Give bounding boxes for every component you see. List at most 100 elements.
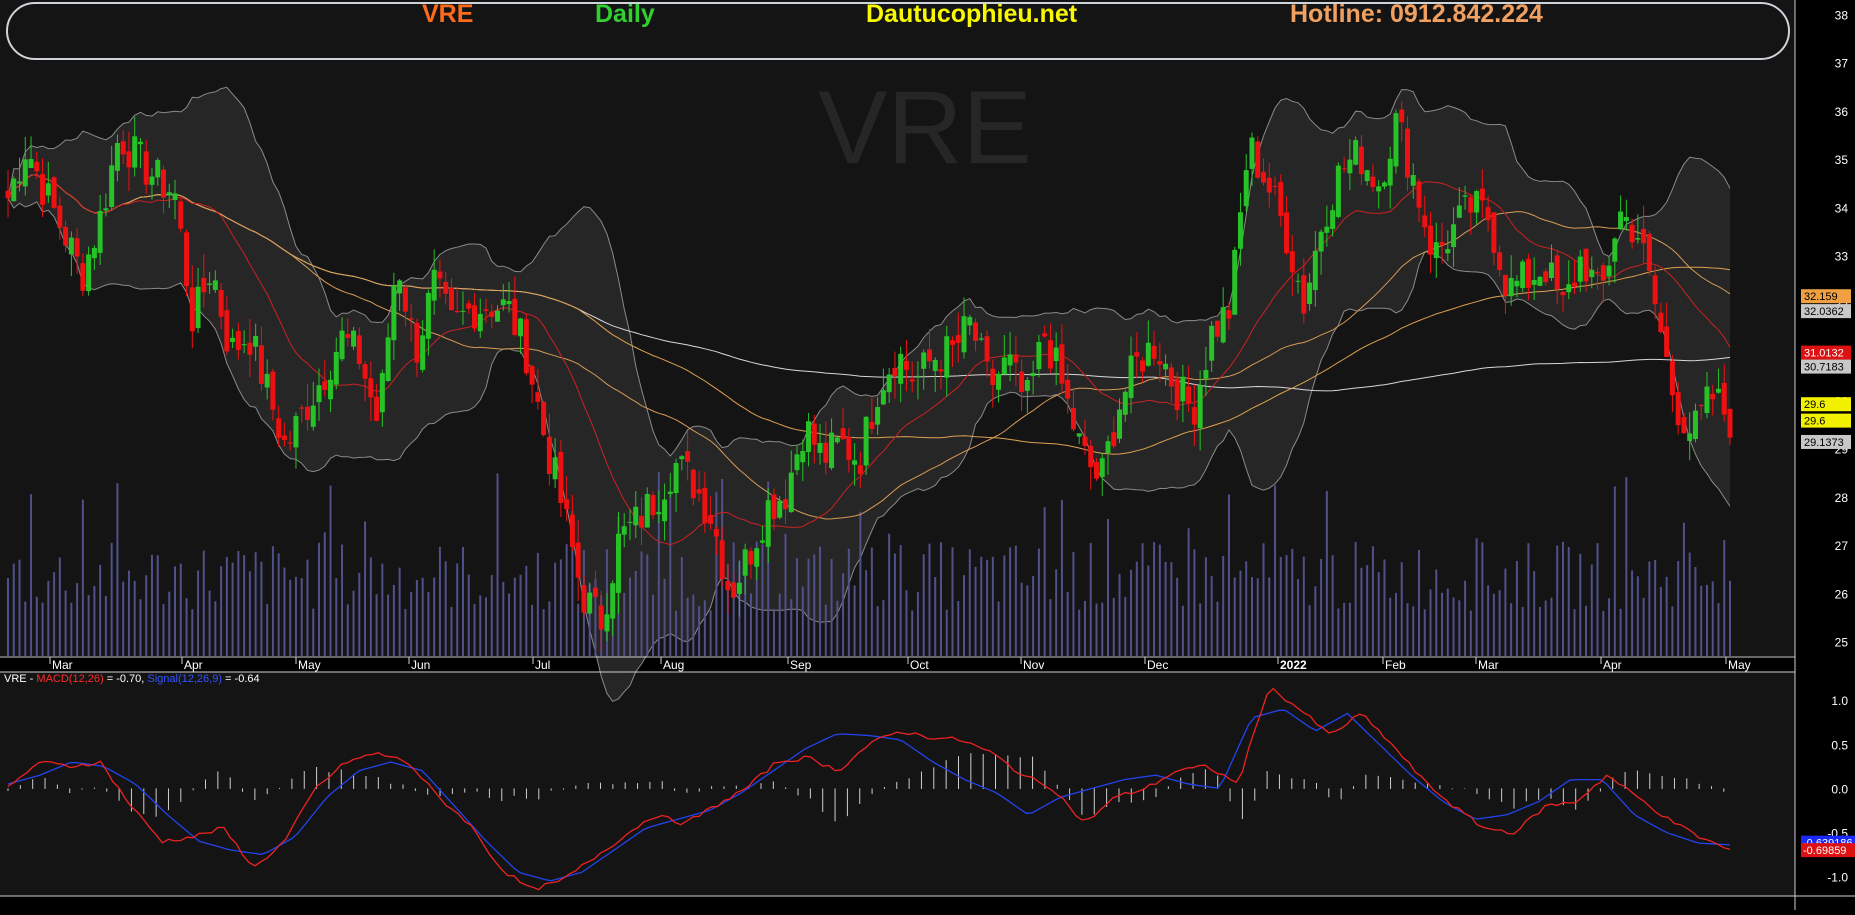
x-tick-label: Sep (790, 658, 812, 672)
volume-bar (1648, 561, 1651, 656)
chart-canvas: VRE 25262728293031323334353637381.00.50.… (0, 0, 1855, 910)
volume-bar (35, 596, 38, 656)
volume-bar (24, 601, 27, 656)
macd-legend-prefix: VRE - (4, 673, 37, 685)
x-tick-label: Mar (52, 658, 73, 672)
candle-body (996, 373, 1002, 390)
macd-legend: VRE - MACD(12,26) = -0.70, Signal(12,26,… (4, 673, 260, 685)
candle-body (362, 364, 368, 379)
candle-body (1669, 361, 1675, 396)
candle-body (1410, 174, 1416, 186)
candle-body (1485, 207, 1491, 221)
candle-body (45, 183, 51, 196)
volume-bar (208, 590, 211, 656)
volume-bar (1314, 586, 1317, 656)
volume-bar (519, 574, 522, 656)
volume-bar (1147, 565, 1150, 656)
candle-body (1704, 386, 1710, 413)
candle-body (1404, 128, 1410, 178)
candle-body (1284, 212, 1290, 254)
candle-body (978, 338, 984, 340)
candle-body (1105, 441, 1111, 454)
price-label-text: 29.6 (1804, 399, 1825, 411)
candle-body (333, 351, 339, 385)
candle-body (921, 352, 927, 369)
candle-body (1140, 360, 1146, 372)
volume-bar (916, 591, 919, 656)
volume-bar (214, 601, 217, 656)
volume-bar (778, 593, 781, 656)
volume-bar (225, 556, 228, 656)
volume-bar (893, 553, 896, 656)
candle-body (1439, 242, 1445, 246)
candle-body (788, 472, 794, 513)
volume-bar (168, 591, 171, 656)
volume-bar (939, 542, 942, 656)
candle-body (345, 333, 351, 339)
candle-body (11, 178, 17, 202)
volume-bar (1268, 577, 1271, 656)
candle-body (1606, 265, 1612, 277)
candle-body (932, 359, 938, 371)
x-tick-label: Jul (535, 658, 550, 672)
candle-body (80, 263, 86, 291)
candle-body (512, 298, 518, 335)
volume-bar (1250, 577, 1253, 656)
volume-bar (784, 533, 787, 656)
volume-bar (1533, 571, 1536, 656)
candle-body (310, 405, 316, 427)
symbol-label: VRE (422, 0, 474, 28)
volume-bar (1302, 556, 1305, 656)
candle-body (1261, 171, 1267, 183)
volume-bar (1014, 545, 1017, 656)
watermark: VRE (818, 70, 1032, 186)
volume-bar (317, 542, 320, 656)
volume-bar (899, 545, 902, 656)
macd-y-tick-label: 0.5 (1831, 738, 1848, 752)
volume-bar (1337, 608, 1340, 656)
volume-bar (1458, 600, 1461, 656)
volume-bar (1193, 549, 1196, 656)
volume-bar (628, 577, 631, 656)
volume-bar (1510, 603, 1513, 656)
candle-body (1157, 361, 1163, 365)
price-label-text: 30.7183 (1804, 362, 1844, 374)
volume-bar (220, 566, 223, 656)
volume-bar (1567, 546, 1570, 656)
volume-bar (1366, 565, 1369, 656)
candle-body (1353, 140, 1359, 165)
candle-body (293, 416, 299, 448)
volume-bar (646, 554, 649, 656)
y-tick-label: 37 (1835, 57, 1849, 71)
volume-bar (1665, 576, 1668, 656)
volume-bar (1412, 606, 1415, 656)
candle-body (731, 582, 737, 598)
candle-body (1099, 458, 1105, 477)
candle-body (1658, 312, 1664, 333)
candle-body (276, 418, 282, 438)
candle-body (667, 491, 673, 494)
candle-body (1468, 197, 1474, 213)
candle-body (1681, 416, 1687, 434)
candle-body (1197, 385, 1203, 429)
volume-bar (1003, 555, 1006, 656)
candle-body (690, 469, 696, 499)
candle-body (1272, 186, 1278, 188)
candle-body (1479, 188, 1485, 201)
candle-body (1318, 231, 1324, 252)
volume-bar (18, 559, 21, 656)
volume-bar (1066, 591, 1069, 656)
candle-body (299, 407, 305, 409)
volume-bar (81, 499, 84, 656)
candle-body (241, 344, 247, 346)
candle-body (454, 310, 460, 313)
candle-body (765, 500, 771, 547)
candle-body (1548, 262, 1554, 279)
candle-body (172, 193, 178, 200)
candle-body (1047, 340, 1053, 369)
volume-bar (404, 609, 407, 656)
candle-body (368, 378, 374, 398)
volume-bar (1527, 543, 1530, 656)
volume-bar (1705, 584, 1708, 656)
volume-bar (1325, 490, 1328, 656)
